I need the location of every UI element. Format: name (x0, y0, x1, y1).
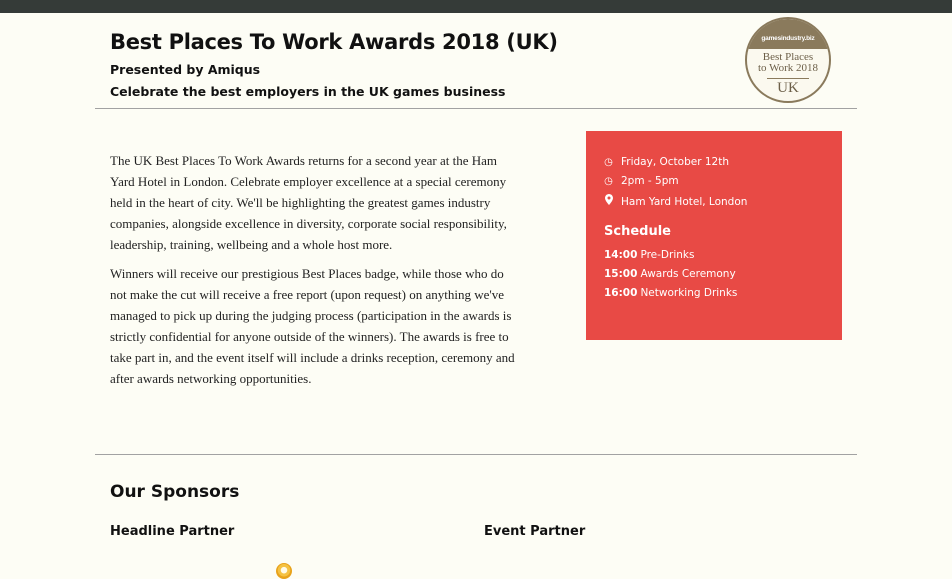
event-date: ◷ Friday, October 12th (604, 156, 729, 168)
headline-partner-label: Headline Partner (110, 524, 235, 539)
schedule-time: 14:00 (604, 249, 638, 261)
schedule-time: 15:00 (604, 268, 638, 280)
tagline: Celebrate the best employers in the UK g… (110, 84, 506, 99)
best-places-badge-logo: gamesindustry.biz Best Places to Work 20… (745, 17, 831, 103)
clock-icon: ◷ (604, 157, 613, 168)
sponsors-heading: Our Sponsors (110, 482, 240, 502)
clock-icon: ◷ (604, 176, 613, 187)
badge-band (747, 19, 829, 49)
badge-line-2: to Work 2018 (757, 62, 819, 74)
event-date-text: Friday, October 12th (621, 156, 729, 168)
event-details-box: ◷ Friday, October 12th ◷ 2pm - 5pm Ham Yar… (586, 131, 842, 340)
badge-brand: gamesindustry.biz (761, 35, 815, 42)
schedule-item: 15:00 Awards Ceremony (604, 268, 736, 280)
description-paragraph: The UK Best Places To Work Awards return… (110, 153, 507, 252)
description-paragraph: Winners will receive our prestigious Bes… (110, 266, 515, 386)
map-marker-icon (604, 194, 613, 208)
badge-divider (767, 78, 809, 79)
schedule-title: Schedule (604, 224, 671, 239)
header-divider (95, 108, 857, 109)
section-divider (95, 454, 857, 455)
event-partner-label: Event Partner (484, 524, 586, 539)
event-time: ◷ 2pm - 5pm (604, 175, 679, 187)
badge-region: UK (777, 80, 799, 96)
page-title: Best Places To Work Awards 2018 (UK) (110, 30, 558, 54)
top-bar (0, 0, 952, 13)
schedule-item: 14:00 Pre-Drinks (604, 249, 694, 261)
event-venue-text: Ham Yard Hotel, London (621, 196, 748, 208)
headline-partner-logo[interactable] (276, 563, 292, 579)
presenter-line: Presented by Amiqus (110, 62, 261, 77)
event-time-text: 2pm - 5pm (621, 175, 679, 187)
schedule-label: Awards Ceremony (640, 268, 736, 280)
event-description: The UK Best Places To Work Awards return… (110, 150, 515, 397)
schedule-label: Pre-Drinks (640, 249, 695, 261)
schedule-label: Networking Drinks (640, 287, 738, 299)
schedule-time: 16:00 (604, 287, 638, 299)
event-venue: Ham Yard Hotel, London (604, 194, 747, 208)
schedule-item: 16:00 Networking Drinks (604, 287, 737, 299)
